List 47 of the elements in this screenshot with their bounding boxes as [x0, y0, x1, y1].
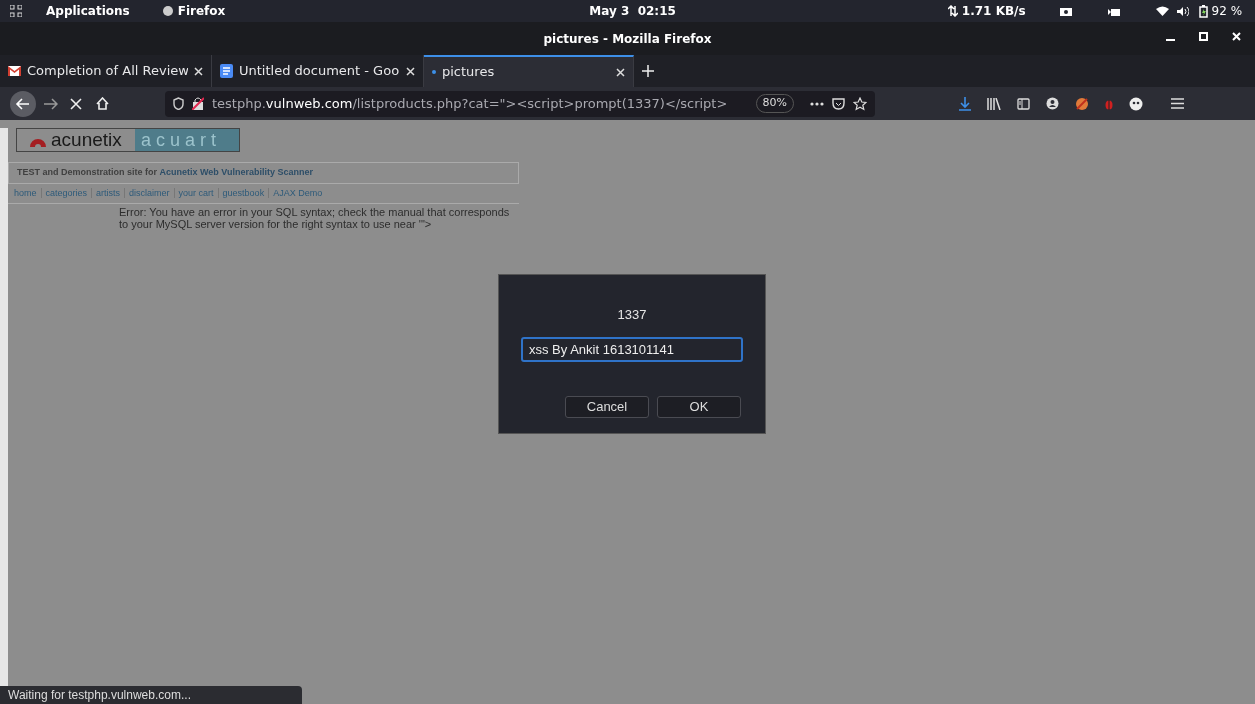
video-camera-icon[interactable]	[1107, 6, 1120, 16]
battery-level: 92 %	[1211, 3, 1243, 20]
ghost-icon[interactable]	[1129, 96, 1143, 111]
new-tab-icon[interactable]	[642, 65, 654, 77]
clock[interactable]: May 3 02:15	[589, 2, 676, 20]
transfer-icon	[947, 5, 958, 17]
wifi-icon[interactable]	[1155, 6, 1169, 16]
dialog-button[interactable]: OK	[657, 395, 741, 418]
close-tab-icon[interactable]	[406, 66, 415, 76]
extension-icon[interactable]	[1075, 96, 1089, 111]
site-logo[interactable]: acunetix acuart	[16, 128, 240, 152]
shield-icon	[173, 97, 184, 110]
library-icon[interactable]	[987, 97, 1001, 110]
dialog-message: 1337	[617, 307, 647, 322]
sidebar-icon[interactable]	[1017, 97, 1030, 110]
insecure-lock-icon	[192, 97, 204, 110]
forward-icon[interactable]	[44, 97, 58, 110]
volume-icon[interactable]	[1176, 5, 1189, 17]
close-icon[interactable]	[1232, 32, 1241, 41]
battery-icon[interactable]	[1198, 4, 1208, 18]
back-icon[interactable]	[10, 90, 36, 117]
network-speed: 1.71 KB/s	[961, 3, 1026, 20]
pocket-icon[interactable]	[832, 97, 845, 110]
home-icon[interactable]	[96, 97, 109, 110]
account-icon[interactable]	[1046, 97, 1059, 110]
download-icon[interactable]	[959, 96, 971, 111]
text-input[interactable]: xss By Ankit 1613101141	[521, 336, 743, 362]
applications-menu[interactable]: Applications	[46, 2, 130, 20]
stop-icon[interactable]	[70, 97, 82, 110]
close-tab-icon[interactable]	[616, 67, 625, 77]
mail-icon	[8, 66, 21, 76]
window-title: pictures - Mozilla Firefox	[543, 30, 712, 48]
close-tab-icon[interactable]	[194, 66, 203, 76]
document-icon	[220, 64, 233, 78]
star-icon[interactable]	[853, 96, 867, 111]
site-tagline: TEST and Demonstration site for Acunetix Web Vulnerability Scanner	[8, 162, 519, 184]
dialog-button[interactable]: Cancel	[565, 395, 649, 418]
app-menu[interactable]: Firefox	[177, 2, 226, 20]
address-bar[interactable]: testphp.vulnweb.com/listproducts.php?cat="><script>prompt(1337)</script> 80%	[165, 90, 875, 117]
browser-tab[interactable]: pictures	[424, 55, 634, 87]
error-message: Error: You have an error in your SQL syntax; check the manual that corresponds to your MySQL server version for the right syntax to use near '">	[119, 206, 511, 230]
menu-icon[interactable]	[1171, 98, 1184, 109]
more-icon[interactable]	[810, 101, 824, 106]
status-bar: Waiting for testphp.vulnweb.com...	[0, 686, 302, 704]
app-grid-icon[interactable]	[10, 5, 22, 17]
maximize-icon[interactable]	[1199, 32, 1208, 41]
camera-icon[interactable]	[1059, 6, 1072, 16]
